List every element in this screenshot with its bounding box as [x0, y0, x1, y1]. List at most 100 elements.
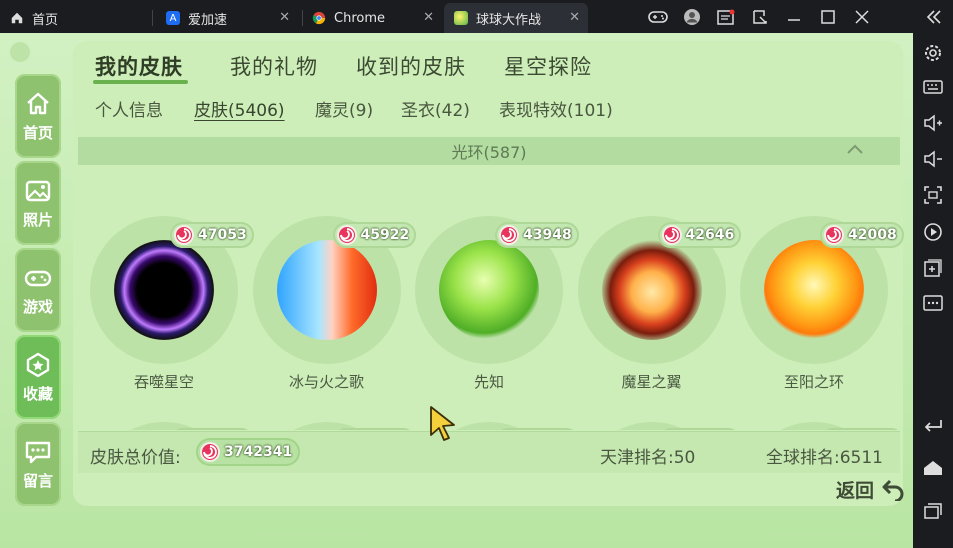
star-badge-icon [26, 352, 50, 377]
subtab-skins[interactable]: 皮肤(5406) [194, 96, 285, 121]
skin-name: 先知 [473, 373, 504, 391]
skin-value-badge: 13750 [820, 428, 900, 430]
subtab-spirits[interactable]: 魔灵(9) [315, 96, 373, 121]
add-window-icon[interactable] [921, 256, 945, 280]
skin-image [114, 240, 214, 340]
nav-label: 留言 [22, 471, 53, 490]
skin-value: 42646 [685, 227, 735, 243]
collapse-sidebar-icon[interactable] [920, 0, 948, 33]
minimize-icon[interactable] [780, 0, 808, 33]
total-value: 3742341 [224, 444, 293, 460]
skin-value-badge: 23387 [170, 428, 254, 430]
section-header[interactable]: 光环(587) [78, 137, 900, 165]
tab-home[interactable]: 首页 [0, 3, 148, 33]
pin-icon[interactable] [746, 0, 774, 33]
tab-label: 爱加速 [188, 12, 228, 28]
skin-value: 43948 [523, 227, 572, 243]
tab-chrome[interactable]: Chrome ✕ [302, 3, 442, 33]
global-rank: 全球排名:6511 [766, 448, 883, 468]
more-dots-icon[interactable] [921, 291, 945, 315]
tab-star-adventure[interactable]: 星空探险 [504, 51, 592, 81]
skin-name: 冰与火之歌 [288, 373, 364, 391]
volume-up-icon[interactable] [921, 111, 945, 135]
app-window: 首页 A 爱加速 ✕ Chrome ✕ 球球大作战 ✕ 首页 照片 游戏 收藏 … [0, 0, 953, 548]
volume-down-icon[interactable] [921, 147, 945, 171]
total-value-badge: 3742341 [196, 438, 301, 466]
close-icon[interactable]: ✕ [569, 10, 580, 25]
nav-games[interactable]: 游戏 [15, 248, 61, 332]
maximize-icon[interactable] [814, 0, 842, 33]
skin-value-badge: 47053 [170, 222, 254, 248]
nav-messages[interactable]: 留言 [15, 422, 61, 506]
tab-received-skins[interactable]: 收到的皮肤 [356, 51, 466, 81]
message-icon [25, 441, 51, 463]
close-icon[interactable]: ✕ [423, 10, 434, 25]
skin-image [601, 240, 702, 340]
nav-label: 照片 [22, 210, 53, 229]
browser-tab-bar: 首页 A 爱加速 ✕ Chrome ✕ 球球大作战 ✕ [0, 0, 953, 33]
nav-label: 首页 [22, 123, 53, 142]
emulator-toolbar [913, 33, 953, 548]
nav-favorites[interactable]: 收藏 [15, 335, 61, 419]
active-tab-underline [93, 80, 188, 84]
skin-name: 至阳之环 [783, 373, 844, 391]
accelerator-app-icon: A [166, 11, 180, 25]
return-button[interactable]: 返回 [836, 476, 905, 503]
tab-label: 球球大作战 [476, 12, 542, 28]
candy-icon [661, 225, 682, 245]
subtab-profile[interactable]: 个人信息 [95, 96, 163, 121]
home-icon [11, 12, 23, 24]
tab-accelerator[interactable]: A 爱加速 ✕ [156, 3, 298, 33]
skin-value-badge: 15065 [495, 428, 579, 430]
photo-icon [25, 180, 51, 201]
tab-label: Chrome [334, 10, 385, 26]
footer-bar: 皮肤总价值: 3742341 天津排名:50 全球排名:6511 [78, 431, 900, 473]
skin-image [439, 240, 539, 340]
back-return-icon[interactable] [921, 413, 945, 437]
return-label: 返回 [836, 480, 875, 502]
chrome-icon [312, 11, 326, 25]
skin-value-badge: 19771 [332, 428, 417, 430]
tab-game[interactable]: 球球大作战 ✕ [444, 3, 588, 33]
candy-icon [174, 225, 194, 245]
chevron-up-icon[interactable] [846, 141, 864, 159]
notification-icon[interactable] [712, 0, 740, 33]
gamepad-icon[interactable] [644, 0, 672, 33]
subtab-effects[interactable]: 表现特效(101) [499, 96, 613, 121]
game-back-icon[interactable] [10, 42, 30, 62]
nav-home[interactable]: 首页 [15, 74, 61, 158]
home-house-icon[interactable] [921, 456, 945, 480]
nav-photos[interactable]: 照片 [15, 161, 61, 245]
close-window-icon[interactable] [848, 0, 876, 33]
tab-my-gifts[interactable]: 我的礼物 [230, 51, 318, 81]
return-arrow-icon [882, 479, 904, 503]
skin-value-badge: 14519 [657, 428, 742, 430]
candy-icon [200, 442, 220, 462]
skin-value: 45922 [360, 227, 410, 243]
settings-gear-icon[interactable] [921, 41, 945, 65]
home-icon [27, 92, 49, 114]
record-play-icon[interactable] [921, 220, 945, 244]
skin-name: 魔星之翼 [621, 373, 682, 391]
subtab-armor[interactable]: 圣衣(42) [401, 96, 470, 121]
skin-value-badge: 42008 [820, 222, 904, 248]
skin-value-badge: 43948 [495, 222, 579, 248]
tianjin-rank: 天津排名:50 [600, 448, 696, 468]
keyboard-icon[interactable] [921, 75, 945, 99]
skin-image [764, 240, 864, 340]
tab-my-skins[interactable]: 我的皮肤 [95, 51, 183, 81]
section-title: 光环(587) [451, 143, 527, 162]
candy-icon [499, 225, 519, 245]
account-icon[interactable] [678, 0, 706, 33]
screenshot-crop-icon[interactable] [921, 183, 945, 207]
skin-value-badge: 45922 [332, 222, 417, 248]
skin-image [276, 240, 377, 340]
recent-apps-icon[interactable] [921, 499, 945, 523]
candy-icon [336, 225, 357, 245]
skin-name: 吞噬星空 [133, 373, 194, 391]
mouse-cursor-icon [430, 406, 455, 441]
skin-value: 42008 [848, 227, 897, 243]
close-icon[interactable]: ✕ [279, 10, 290, 25]
skin-value-badge: 42646 [657, 222, 742, 248]
skin-row-partial: 23387 19771 15065 14519 13750 [78, 390, 900, 430]
